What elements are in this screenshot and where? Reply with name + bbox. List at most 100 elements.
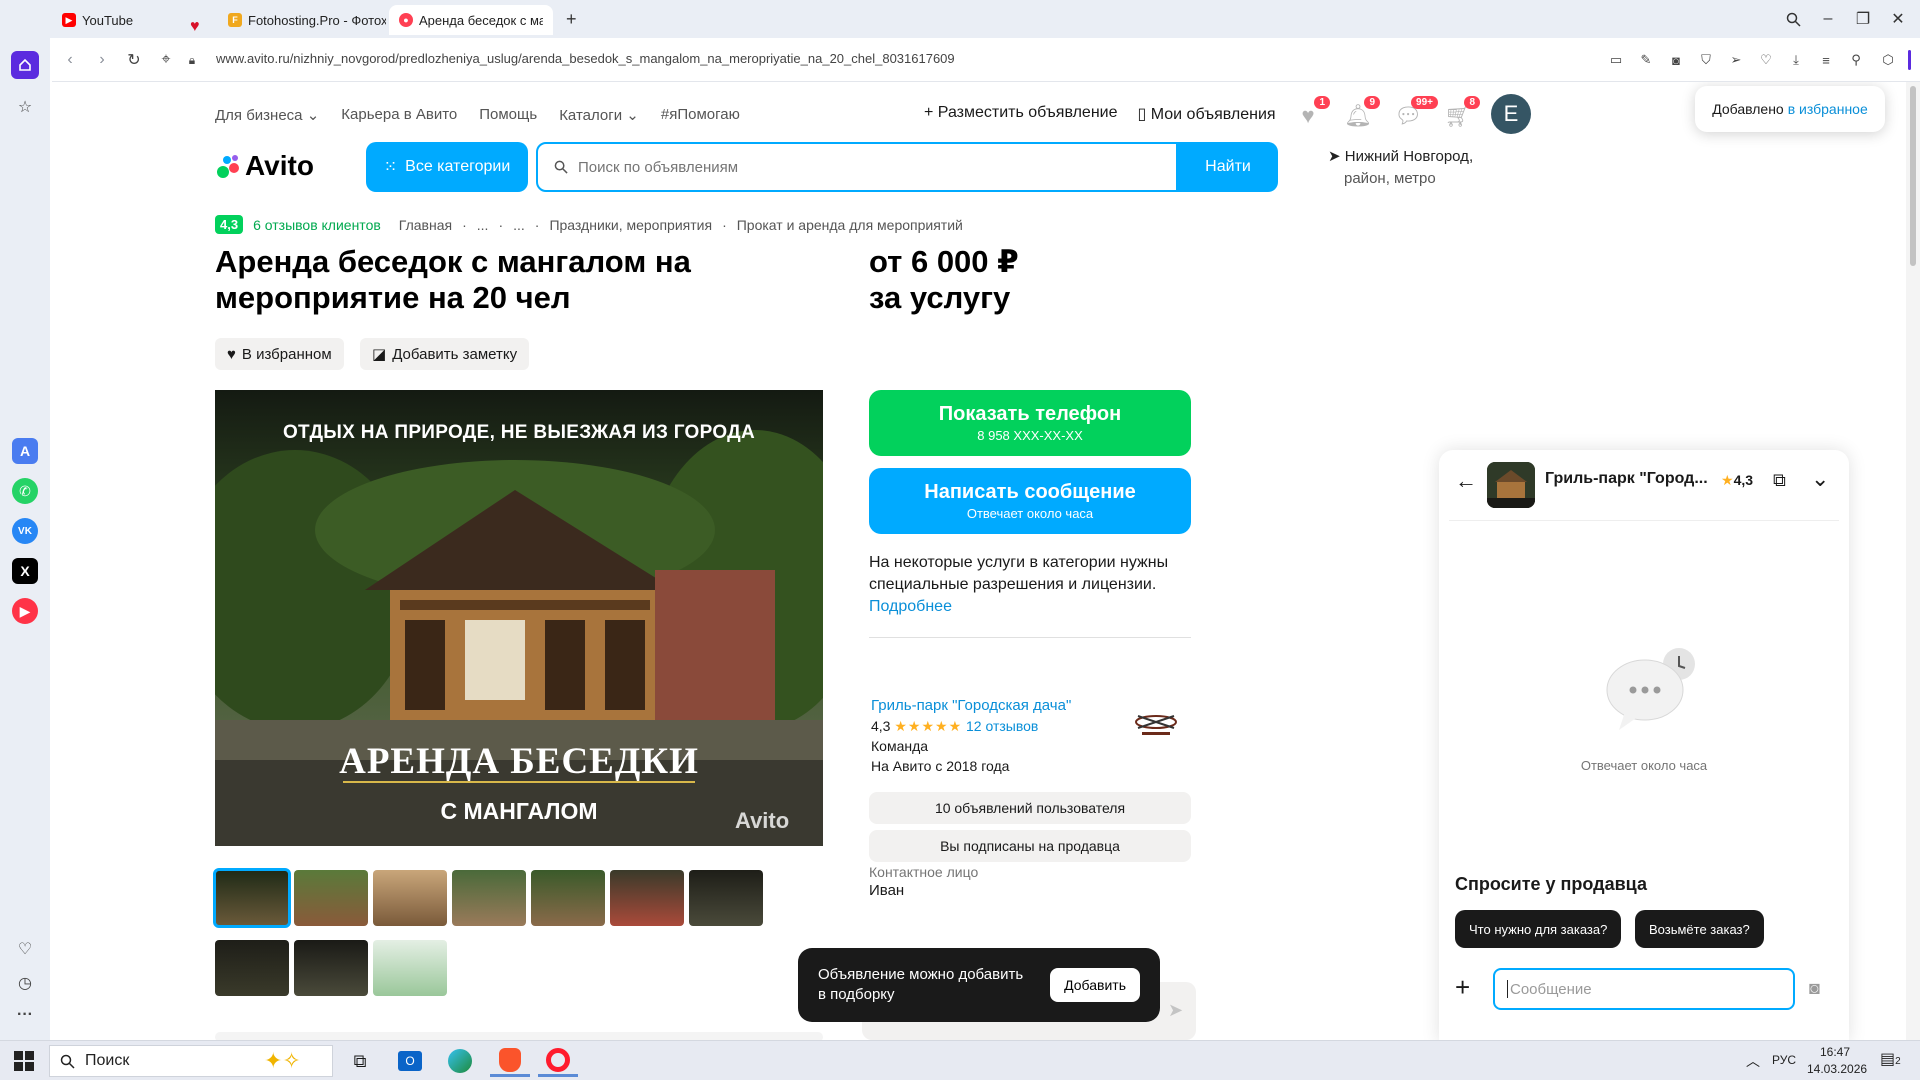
cube-extension-icon[interactable]: ⬡ [1878,50,1898,70]
notification-center-icon[interactable]: ▤2 [1880,1049,1901,1069]
quick-question-button[interactable]: Возьмёте заказ? [1635,910,1764,948]
thumbnail[interactable] [452,870,526,926]
x-twitter-icon[interactable]: X [12,558,38,584]
top-link-business[interactable]: Для бизнеса ⌄ [215,106,319,124]
chat-seller-name[interactable]: Гриль-парк "Город... [1545,470,1708,488]
vk-icon[interactable]: VK [12,518,38,544]
close-window-icon[interactable]: ✕ [1883,4,1913,34]
favorites-link[interactable]: в избранное [1788,101,1868,117]
quick-question-button[interactable]: Что нужно для заказа? [1455,910,1622,948]
thumbnail[interactable] [294,870,368,926]
reader-icon[interactable]: ▭ [1606,50,1626,70]
forward-icon[interactable]: › [88,46,116,74]
open-external-icon[interactable]: ⧉ [1773,470,1786,491]
avito-logo[interactable]: Avito [215,150,314,182]
avatar[interactable]: E [1491,94,1531,134]
reload-icon[interactable]: ↻ [120,46,148,74]
edit-icon[interactable]: ✎ [1636,50,1656,70]
download-icon[interactable]: ⤓ [1786,50,1806,70]
top-link-ihelp[interactable]: #яПомогаю [661,106,740,124]
user-listings-button[interactable]: 10 объявлений пользователя [869,792,1191,824]
top-link-career[interactable]: Карьера в Авито [341,106,457,124]
camera-icon[interactable]: ◙ [1809,978,1820,999]
outlook-icon[interactable]: O [390,1045,430,1077]
search-tabs-icon[interactable] [1778,4,1808,34]
back-arrow-icon[interactable]: ← [1455,468,1477,494]
notifications-bell-icon[interactable]: 🔔︎ 9 [1344,96,1380,130]
opera-taskbar-icon[interactable] [538,1045,578,1077]
search-button[interactable]: Найти [1178,142,1278,192]
breadcrumb-item[interactable]: ... [513,217,525,233]
language-indicator[interactable]: РУС [1772,1053,1796,1067]
shield-icon[interactable]: ⛉ [1696,50,1716,70]
seller-logo[interactable] [1128,696,1184,744]
add-note-button[interactable]: ◪ Добавить заметку [360,338,530,370]
profile-icon[interactable]: ⚲ [1846,50,1866,70]
show-phone-button[interactable]: Показать телефон 8 958 XXX-XX-XX [869,390,1191,456]
new-tab-button[interactable]: + [566,9,577,30]
thumbnail[interactable] [373,870,447,926]
tab-fotohosting[interactable]: F Fotohosting.Pro - Фотох... [218,5,386,35]
lock-icon[interactable]: 🔒︎ [178,46,206,74]
page-scrollbar[interactable] [1906,82,1920,1040]
windows-start-icon[interactable] [14,1051,34,1071]
seller-reviews-link[interactable]: 12 отзывов [966,718,1038,734]
attach-plus-icon[interactable]: + [1455,972,1470,1003]
more-dots-icon[interactable]: ··· [12,1002,38,1028]
history-clock-icon[interactable]: ◷ [12,970,38,996]
tray-chevron-icon[interactable]: ︿ [1746,1051,1760,1071]
minimize-icon[interactable]: – [1813,4,1843,34]
task-view-icon[interactable]: ⧉ [340,1045,380,1077]
favorites-heart-icon[interactable]: ♥ 1 [1294,96,1330,130]
in-favorites-button[interactable]: ♥ В избранном [215,338,344,370]
music-player-icon[interactable]: ▶ [12,598,38,624]
tab-youtube[interactable]: ▶ YouTube [52,5,202,35]
cart-icon[interactable]: 🛒︎ 8 [1444,96,1480,130]
thumbnail[interactable] [215,940,289,996]
post-ad-link[interactable]: + Разместить объявление [924,104,1118,124]
breadcrumb-item[interactable]: Праздники, мероприятия [549,217,712,233]
thumbnail[interactable] [213,868,291,928]
search-input[interactable]: Поиск по объявлениям [536,142,1178,192]
edge-icon[interactable] [440,1045,480,1077]
breadcrumb-item[interactable]: Прокат и аренда для мероприятий [737,217,963,233]
message-input[interactable]: Сообщение [1493,968,1795,1010]
my-ads-link[interactable]: ▯ Мои объявления [1138,104,1276,124]
aria-ai-icon[interactable]: A [12,438,38,464]
favorites-heart-icon[interactable]: ♡ [12,936,38,962]
breadcrumb-item[interactable]: Главная [399,217,452,233]
scroll-thumb[interactable] [1910,86,1916,266]
back-icon[interactable]: ‹ [56,46,84,74]
subscribed-button[interactable]: Вы подписаны на продавца [869,830,1191,862]
url-field[interactable]: www.avito.ru/nizhniy_novgorod/predlozhen… [216,51,955,66]
thumbnail[interactable] [531,870,605,926]
bookmarks-star-icon[interactable]: ☆ [12,94,38,120]
messages-icon[interactable]: 💬︎ 99+ [1394,96,1438,130]
thumbnail[interactable] [294,940,368,996]
collapse-chevron-icon[interactable]: ⌄ [1811,466,1829,492]
location-pin-icon[interactable]: ⌖ [152,46,180,74]
taskbar-search[interactable]: Поиск ✦✧ [49,1045,333,1077]
camera-icon[interactable]: ◙ [1666,50,1686,70]
heart-bookmark-icon[interactable]: ♡ [1756,50,1776,70]
thumbnail[interactable] [689,870,763,926]
restore-icon[interactable]: ❐ [1848,4,1878,34]
location-selector[interactable]: ➤ Нижний Новгород, район, метро [1328,146,1473,190]
client-reviews-link[interactable]: 6 отзывов клиентов [253,217,381,233]
whatsapp-icon[interactable]: ✆ [12,478,38,504]
write-message-button[interactable]: Написать сообщение Отвечает около часа [869,468,1191,534]
send-icon[interactable]: ➢ [1726,50,1746,70]
home-icon[interactable] [11,51,39,79]
top-link-catalogs[interactable]: Каталоги ⌄ [559,106,639,124]
top-link-help[interactable]: Помощь [479,106,537,124]
thumbnail[interactable] [373,940,447,996]
add-to-collection-button[interactable]: Добавить [1050,968,1140,1002]
menu-icon[interactable]: ≡ [1816,50,1836,70]
thumbnail[interactable] [610,870,684,926]
pinned-heart-icon[interactable]: ♥ [190,18,200,36]
brave-icon[interactable] [490,1045,530,1077]
all-categories-button[interactable]: ⁙ Все категории [366,142,528,192]
clock-time[interactable]: 16:47 [1820,1045,1850,1059]
main-photo[interactable]: ОТДЫХ НА ПРИРОДЕ, НЕ ВЫЕЗЖАЯ ИЗ ГОРОДА А… [215,390,823,846]
license-more-link[interactable]: Подробнее [869,598,952,615]
